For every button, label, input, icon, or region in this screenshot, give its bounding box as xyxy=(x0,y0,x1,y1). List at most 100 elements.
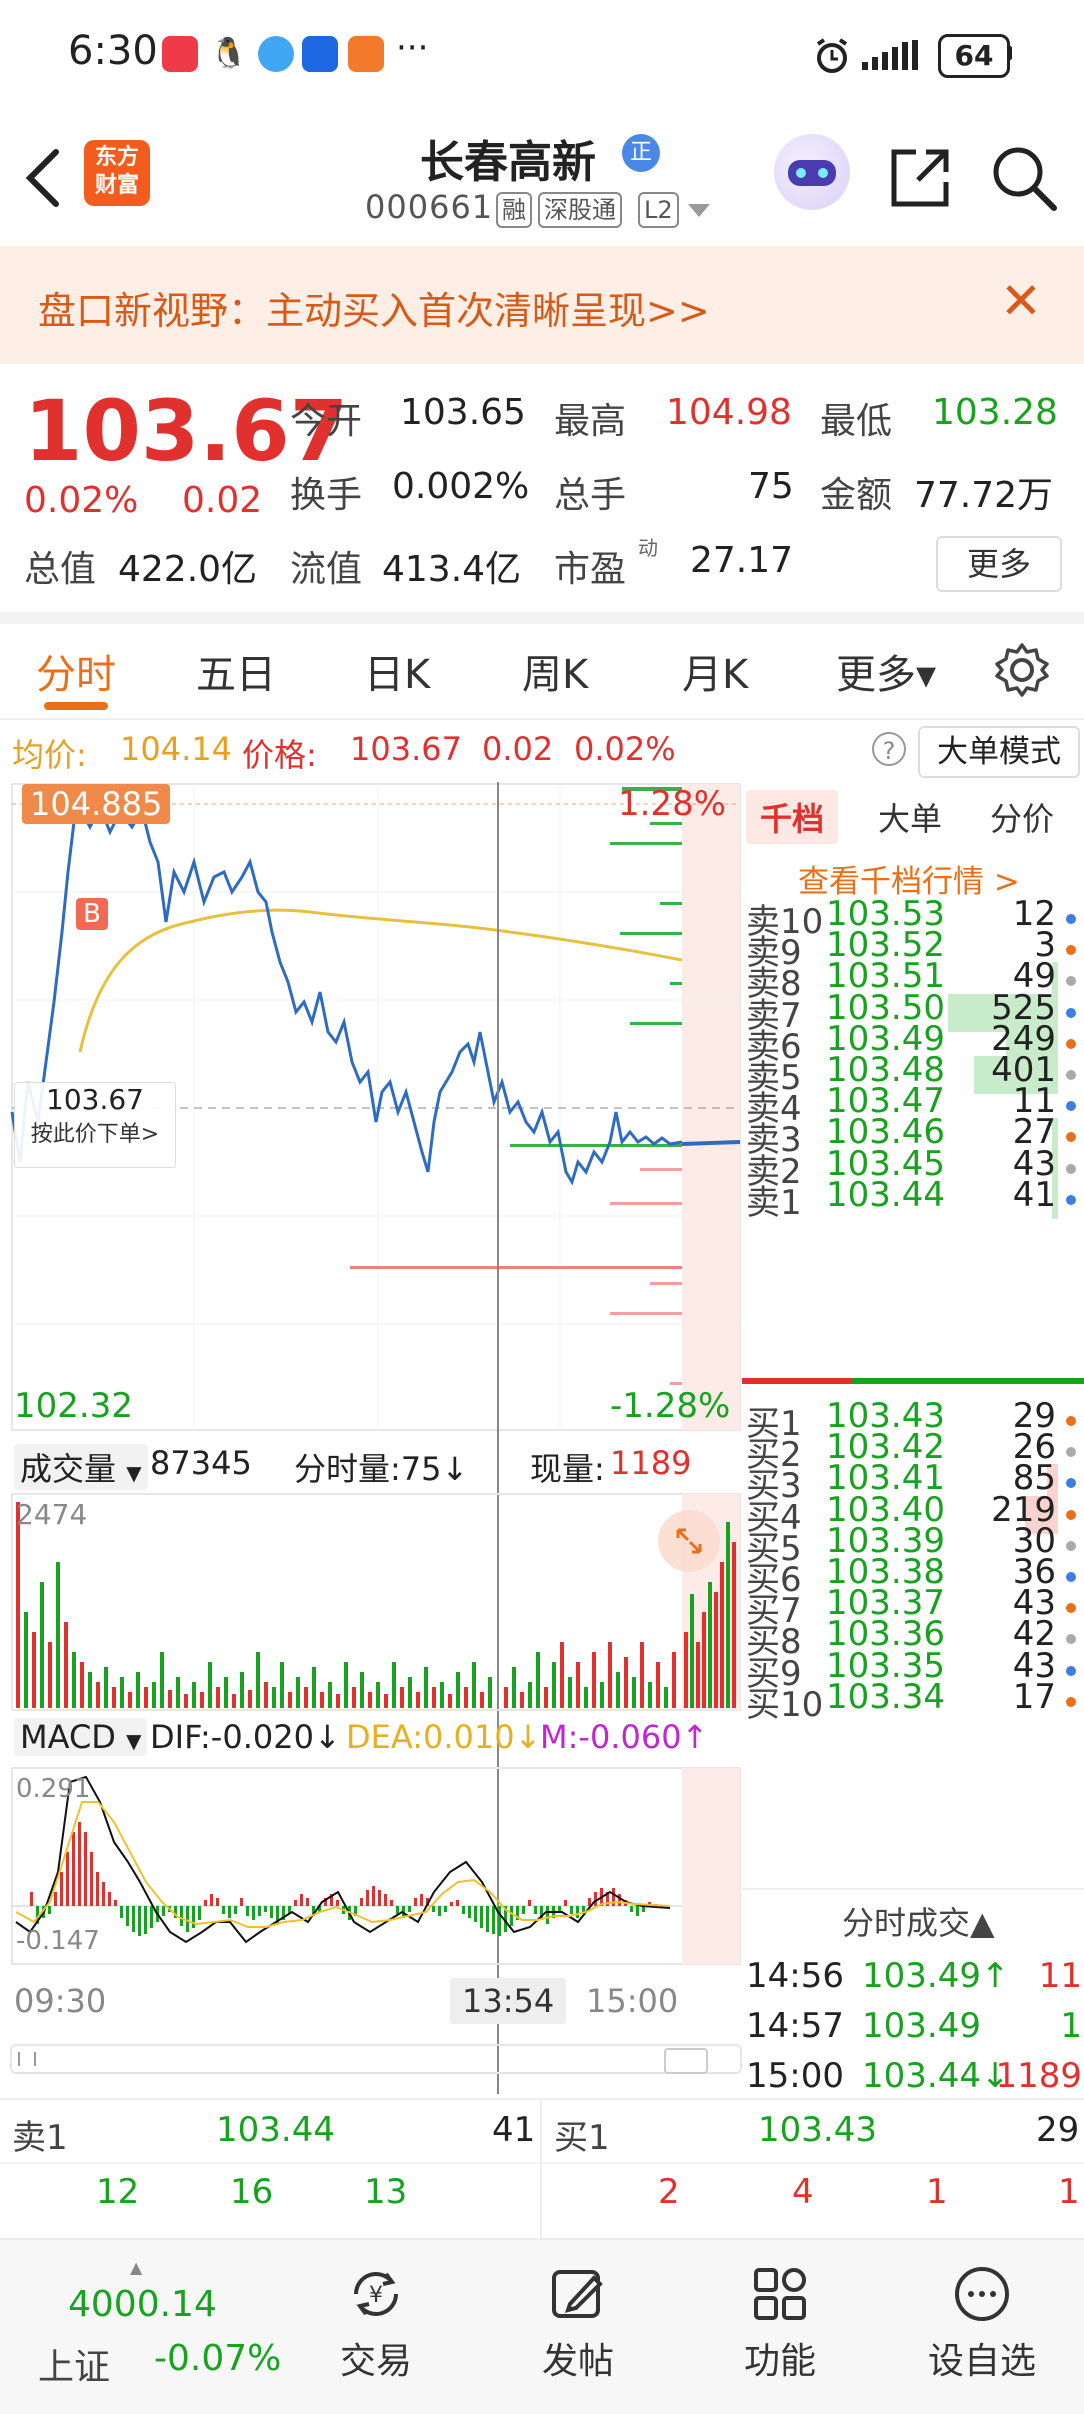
order-source-dot xyxy=(1066,1132,1076,1143)
nav-functions[interactable]: 功能 xyxy=(710,2264,850,2384)
index-change: -0.07% xyxy=(154,2338,282,2379)
tag-margin: 融 xyxy=(496,192,532,228)
trade-row: 14:57 103.49 1 xyxy=(746,2006,1082,2052)
scroll-handle-left[interactable] xyxy=(18,2052,36,2066)
time-axis: 09:30 15:00 xyxy=(10,1974,742,2030)
active-tab-indicator xyxy=(44,702,108,710)
order-at-price-popup[interactable]: 103.67 按此价下单> xyxy=(14,1082,176,1168)
market-cap-value: 422.0亿 xyxy=(118,549,258,590)
sell-size: 16 xyxy=(230,2172,274,2212)
volume-value: 75 xyxy=(748,466,794,507)
search-icon[interactable] xyxy=(990,144,1058,212)
avg-price-label: 均价: xyxy=(12,736,87,774)
nav-trade[interactable]: ¥ 交易 xyxy=(306,2264,446,2384)
volume-now-label: 现量: xyxy=(530,1450,605,1488)
more-quote-button[interactable]: 更多 xyxy=(936,536,1062,592)
high-price-label: 104.885 xyxy=(22,784,171,824)
more-notifications: ··· xyxy=(396,28,429,68)
tab-more[interactable]: 更多▾ xyxy=(836,642,936,700)
order-source-dot xyxy=(1066,1696,1076,1707)
pe-value: 27.17 xyxy=(690,540,794,581)
pe-label: 市盈 xyxy=(554,549,627,590)
trade-time: 14:57 xyxy=(746,2006,844,2046)
price-change-pct: 0.02% xyxy=(574,730,676,768)
amount-label: 金额 xyxy=(820,475,893,516)
tab-weekly-k[interactable]: 周K xyxy=(522,642,588,700)
stock-title[interactable]: 长春高新 xyxy=(420,126,596,190)
index-ticker[interactable]: ▲ 4000.14 上证 -0.07% xyxy=(20,2258,282,2398)
order-source-dot xyxy=(1066,1572,1076,1582)
order-source-dot xyxy=(1066,1634,1076,1645)
battery-icon: 64 xyxy=(938,34,1010,78)
promo-text[interactable]: 盘口新视野：主动买入首次清晰呈现>> xyxy=(38,280,710,335)
chart-scrollbar[interactable] xyxy=(10,2044,742,2074)
high-pct-label: 1.28% xyxy=(618,784,727,824)
buy1-price: 103.43 xyxy=(758,2110,877,2150)
low-label: 最低 xyxy=(820,401,893,442)
buy-size: 1 xyxy=(1058,2172,1080,2212)
bid-ask-divider-red xyxy=(742,1378,852,1384)
app-notification-icon xyxy=(162,36,198,72)
intraday-chart[interactable]: 104.885 1.28% B 103.67 按此价下单> 102.32 -1.… xyxy=(10,782,742,2116)
buy-marker[interactable]: B xyxy=(76,898,108,930)
tab-daily-k[interactable]: 日K xyxy=(364,642,430,700)
volume-indicator-select[interactable]: 成交量 ▼ xyxy=(14,1444,148,1490)
assistant-robot-icon[interactable] xyxy=(774,134,850,210)
nav-post[interactable]: 发帖 xyxy=(508,2264,648,2384)
ask-level-price: 103.44 xyxy=(826,1174,945,1215)
tag-sz-connect: 深股通 xyxy=(538,192,622,228)
ask-level-qty: 41 xyxy=(1012,1174,1056,1215)
nav-add-watchlist[interactable]: 设自选 xyxy=(912,2264,1052,2384)
low-price-label: 102.32 xyxy=(14,1386,133,1426)
order-source-dot xyxy=(1066,1603,1076,1614)
macd-indicator-select[interactable]: MACD ▼ xyxy=(14,1718,148,1756)
tab-thousand-levels[interactable]: 千档 xyxy=(746,790,839,844)
gear-icon[interactable] xyxy=(994,642,1050,698)
help-icon[interactable]: ? xyxy=(872,732,906,766)
open-value: 103.65 xyxy=(400,392,526,433)
bid-ask-divider-green xyxy=(852,1378,1084,1384)
average-price-line xyxy=(78,908,683,1053)
close-icon[interactable]: ✕ xyxy=(1000,272,1042,330)
macd-m: M:-0.060↑ xyxy=(540,1718,709,1756)
sell1-qty: 41 xyxy=(492,2110,536,2150)
order-at-price-link[interactable]: 按此价下单> xyxy=(15,1116,175,1148)
sell-size: 12 xyxy=(96,2172,140,2212)
volume-now-value: 1189 xyxy=(610,1444,692,1482)
trades-header[interactable]: 分时成交▲ xyxy=(842,1898,995,1944)
price-label: 价格: xyxy=(242,736,317,774)
back-icon[interactable] xyxy=(22,148,66,208)
volume-indicator-label: 成交量 xyxy=(20,1450,117,1488)
order-source-dot xyxy=(1066,1447,1076,1458)
volume-bars xyxy=(16,1502,736,1708)
volume-total: 87345 xyxy=(150,1444,252,1482)
tab-monthly-k[interactable]: 月K xyxy=(682,642,748,700)
ask-level-row[interactable]: 卖1 103.44 41 xyxy=(742,1175,1084,1223)
verified-badge: 正 xyxy=(622,134,660,172)
sell-size: 13 xyxy=(364,2172,408,2212)
logo-text-line1: 东方 xyxy=(94,145,139,170)
sell1-price: 103.44 xyxy=(216,2110,335,2150)
float-cap-value: 413.4亿 xyxy=(382,549,522,590)
eastmoney-logo: 东方 财富 xyxy=(84,140,150,206)
logo-text-line2: 财富 xyxy=(94,173,139,198)
tab-big-orders[interactable]: 大单 xyxy=(878,794,942,840)
tab-intraday[interactable]: 分时 xyxy=(36,642,116,700)
promo-banner[interactable]: 盘口新视野：主动买入首次清晰呈现>> ✕ xyxy=(0,246,1084,364)
dropdown-icon[interactable] xyxy=(688,204,710,218)
turnover-label: 换手 xyxy=(290,475,363,516)
share-icon[interactable] xyxy=(888,146,952,210)
float-cap-label: 流值 xyxy=(290,549,363,590)
expand-icon[interactable] xyxy=(658,1510,720,1572)
tab-five-day[interactable]: 五日 xyxy=(196,642,276,700)
tab-price-distribution[interactable]: 分价 xyxy=(990,794,1054,840)
scroll-handle-right[interactable] xyxy=(664,2048,708,2074)
bid-level-row[interactable]: 买10 103.34 17 xyxy=(742,1677,1084,1725)
big-order-mode-button[interactable]: 大单模式 xyxy=(918,726,1080,778)
buy-size: 1 xyxy=(926,2172,948,2212)
trade-price: 103.44↓ xyxy=(862,2056,1010,2096)
row-divider xyxy=(0,2162,1084,2164)
buy-size: 4 xyxy=(792,2172,814,2212)
trade-qty: 1189 xyxy=(995,2056,1082,2096)
index-value: 4000.14 xyxy=(68,2284,217,2325)
